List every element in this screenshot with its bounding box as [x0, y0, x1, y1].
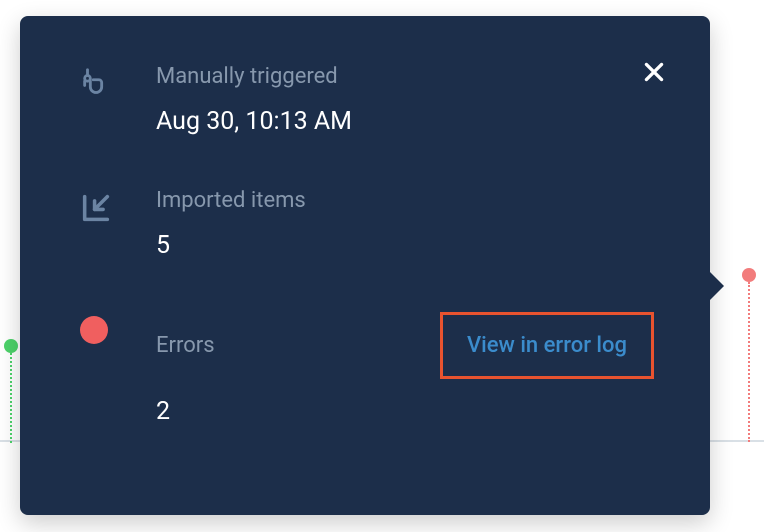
imported-label: Imported items	[156, 188, 654, 213]
imported-count: 5	[156, 231, 654, 260]
close-icon	[641, 59, 667, 85]
triggered-row: Manually triggered Aug 30, 10:13 AM	[76, 64, 654, 136]
errors-row: Errors View in error log 2	[76, 312, 654, 426]
run-details-popover: Manually triggered Aug 30, 10:13 AM Impo…	[20, 16, 710, 515]
errors-label: Errors	[156, 333, 215, 358]
triggered-label: Manually triggered	[156, 64, 654, 89]
errors-count: 2	[156, 397, 654, 426]
chart-dotted-line	[748, 282, 750, 442]
manual-trigger-icon	[76, 64, 116, 104]
import-icon	[76, 188, 116, 228]
chart-data-point	[4, 339, 18, 353]
view-error-log-link-text: View in error log	[467, 333, 627, 358]
view-error-log-button[interactable]: View in error log	[440, 312, 654, 379]
close-button[interactable]	[638, 56, 670, 88]
chart-data-point	[742, 268, 756, 282]
imported-row: Imported items 5	[76, 188, 654, 260]
triggered-timestamp: Aug 30, 10:13 AM	[156, 107, 654, 136]
chart-dotted-line	[10, 353, 12, 443]
error-status-dot	[80, 316, 108, 344]
